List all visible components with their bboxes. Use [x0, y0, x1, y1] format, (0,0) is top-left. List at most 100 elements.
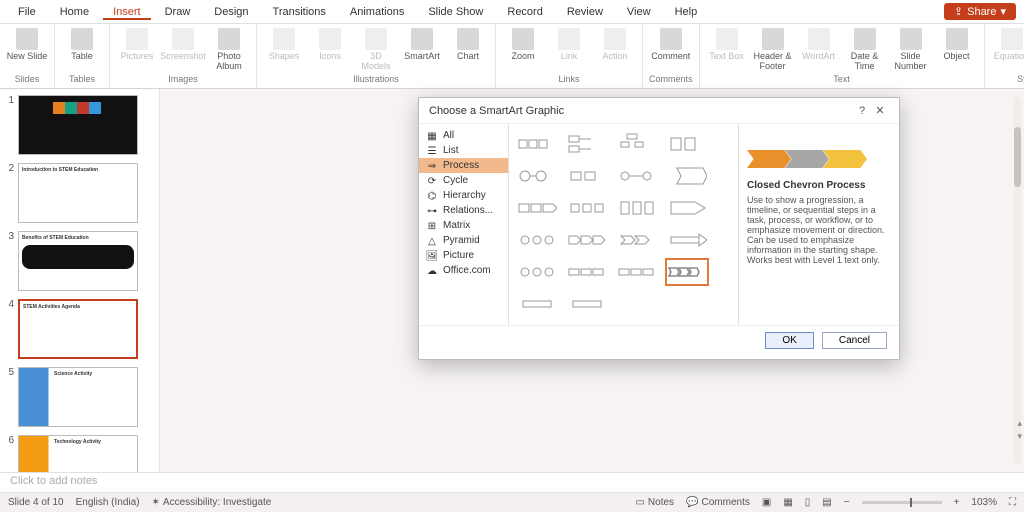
- menu-slideshow[interactable]: Slide Show: [418, 4, 493, 20]
- notes-pane[interactable]: Click to add notes: [0, 472, 1024, 492]
- smartart-option-1[interactable]: [565, 130, 609, 158]
- ribbon-new-slide-button[interactable]: New Slide: [6, 26, 48, 61]
- smartart-option-12[interactable]: [515, 226, 559, 254]
- share-button[interactable]: ⇪Share▾: [944, 3, 1016, 20]
- slide-thumbnail-1[interactable]: [18, 95, 138, 155]
- language-button[interactable]: English (India): [76, 497, 140, 508]
- smartart-option-19[interactable]: [665, 258, 709, 286]
- ribbon-item-label: Photo Album: [208, 51, 250, 71]
- category-cycle[interactable]: ⟳Cycle: [419, 173, 508, 188]
- ribbon-table-button[interactable]: Table: [61, 26, 103, 61]
- menu-view[interactable]: View: [617, 4, 661, 20]
- slide-thumbnail-3[interactable]: Benefits of STEM Education: [18, 231, 138, 291]
- smartart-option-16[interactable]: [515, 258, 559, 286]
- menu-design[interactable]: Design: [204, 4, 258, 20]
- category-officecom[interactable]: ☁Office.com: [419, 263, 508, 278]
- stage-scrollbar[interactable]: [1014, 97, 1021, 464]
- fit-window-icon[interactable]: ⛶: [1009, 497, 1016, 508]
- menu-record[interactable]: Record: [497, 4, 552, 20]
- zoom-knob[interactable]: [910, 498, 912, 507]
- dialog-close-button[interactable]: ✕: [871, 104, 889, 117]
- smartart-option-18[interactable]: [615, 258, 659, 286]
- smartart-option-4[interactable]: [515, 162, 559, 190]
- ribbon-photo-album-button[interactable]: Photo Album: [208, 26, 250, 71]
- scrollbar-thumb[interactable]: [1014, 127, 1021, 187]
- smartart-option-14[interactable]: [615, 226, 659, 254]
- comments-button[interactable]: 💬Comments: [686, 497, 750, 508]
- view-sorter-icon[interactable]: ▦: [783, 497, 792, 508]
- notes-icon: ▭: [635, 497, 644, 508]
- accessibility-icon: ✶: [152, 497, 160, 508]
- ribbon-smartart-button[interactable]: SmartArt: [401, 26, 443, 61]
- ribbon-group-tables: TableTables: [55, 24, 110, 88]
- menu-draw[interactable]: Draw: [155, 4, 201, 20]
- menu-transitions[interactable]: Transitions: [263, 4, 336, 20]
- menu-file[interactable]: File: [8, 4, 46, 20]
- zoom-slider[interactable]: [862, 501, 942, 504]
- category-all[interactable]: ▦All: [419, 128, 508, 143]
- smartart-option-0[interactable]: [515, 130, 559, 158]
- menu-review[interactable]: Review: [557, 4, 613, 20]
- smartart-option-13[interactable]: [565, 226, 609, 254]
- notes-button[interactable]: ▭Notes: [635, 497, 674, 508]
- menu-help[interactable]: Help: [665, 4, 708, 20]
- zoom-in-button[interactable]: +: [954, 497, 960, 508]
- category-hierarchy[interactable]: ⌬Hierarchy: [419, 188, 508, 203]
- smartart-option-6[interactable]: [615, 162, 659, 190]
- category-list[interactable]: ☰List: [419, 143, 508, 158]
- category-relations[interactable]: ⊶Relations...: [419, 203, 508, 218]
- dialog-help-button[interactable]: ?: [853, 105, 871, 117]
- smartart-option-15[interactable]: [665, 226, 709, 254]
- ribbon-item-label: Header & Footer: [752, 51, 794, 71]
- smartart-option-9[interactable]: [565, 194, 609, 222]
- slide-thumbnail-6[interactable]: Technology Activity: [18, 435, 138, 472]
- action-icon: [604, 28, 626, 50]
- smartart-dialog: Choose a SmartArt Graphic ? ✕ ▦All☰List⇒…: [418, 97, 900, 360]
- thumb-number: 4: [4, 299, 14, 310]
- smartart-option-20[interactable]: [515, 290, 559, 318]
- category-process[interactable]: ⇒Process: [419, 158, 508, 173]
- ribbon-date-time-button[interactable]: Date & Time: [844, 26, 886, 71]
- category-matrix[interactable]: ⊞Matrix: [419, 218, 508, 233]
- smartart-option-5[interactable]: [565, 162, 609, 190]
- ribbon-zoom-button[interactable]: Zoom: [502, 26, 544, 61]
- ribbon-comment-button[interactable]: Comment: [650, 26, 692, 61]
- accessibility-button[interactable]: ✶Accessibility: Investigate: [152, 497, 272, 508]
- ribbon-slide-number-button[interactable]: Slide Number: [890, 26, 932, 71]
- smartart-option-17[interactable]: [565, 258, 609, 286]
- slide-thumbnail-2[interactable]: Introduction to STEM Education: [18, 163, 138, 223]
- slide-thumbnail-5[interactable]: Science Activity: [18, 367, 138, 427]
- view-reading-icon[interactable]: ▯: [805, 497, 811, 508]
- smartart-option-7[interactable]: [665, 162, 709, 190]
- zoom-level[interactable]: 103%: [971, 497, 997, 508]
- category-picture[interactable]: 🖼Picture: [419, 248, 508, 263]
- category-icon: ⊶: [427, 206, 437, 216]
- category-list: ▦All☰List⇒Process⟳Cycle⌬Hierarchy⊶Relati…: [419, 124, 509, 325]
- smartart-option-2[interactable]: [615, 130, 659, 158]
- ribbon-item-label: Action: [602, 51, 627, 61]
- menu-insert[interactable]: Insert: [103, 4, 151, 20]
- main-area: 12Introduction to STEM Education3Benefit…: [0, 89, 1024, 472]
- view-normal-icon[interactable]: ▣: [762, 497, 771, 508]
- view-slideshow-icon[interactable]: ▤: [822, 497, 831, 508]
- ribbon-chart-button[interactable]: Chart: [447, 26, 489, 61]
- ribbon-header-footer-button[interactable]: Header & Footer: [752, 26, 794, 71]
- next-slide-icon[interactable]: ▾: [1017, 431, 1022, 442]
- smartart-option-8[interactable]: [515, 194, 559, 222]
- ribbon-item-label: Pictures: [121, 51, 154, 61]
- zoom-out-button[interactable]: −: [844, 497, 850, 508]
- menu-animations[interactable]: Animations: [340, 4, 414, 20]
- ribbon-wordart-button: WordArt: [798, 26, 840, 61]
- category-label: Process: [443, 160, 479, 171]
- smartart-option-11[interactable]: [665, 194, 709, 222]
- ribbon-object-button[interactable]: Object: [936, 26, 978, 61]
- menu-home[interactable]: Home: [50, 4, 99, 20]
- smartart-option-10[interactable]: [615, 194, 659, 222]
- smartart-option-3[interactable]: [665, 130, 709, 158]
- slide-thumbnail-4[interactable]: STEM Activities Agenda: [18, 299, 138, 359]
- prev-slide-icon[interactable]: ▴: [1017, 418, 1022, 429]
- smartart-option-21[interactable]: [565, 290, 609, 318]
- category-pyramid[interactable]: △Pyramid: [419, 233, 508, 248]
- cancel-button[interactable]: Cancel: [822, 332, 887, 349]
- ok-button[interactable]: OK: [765, 332, 813, 349]
